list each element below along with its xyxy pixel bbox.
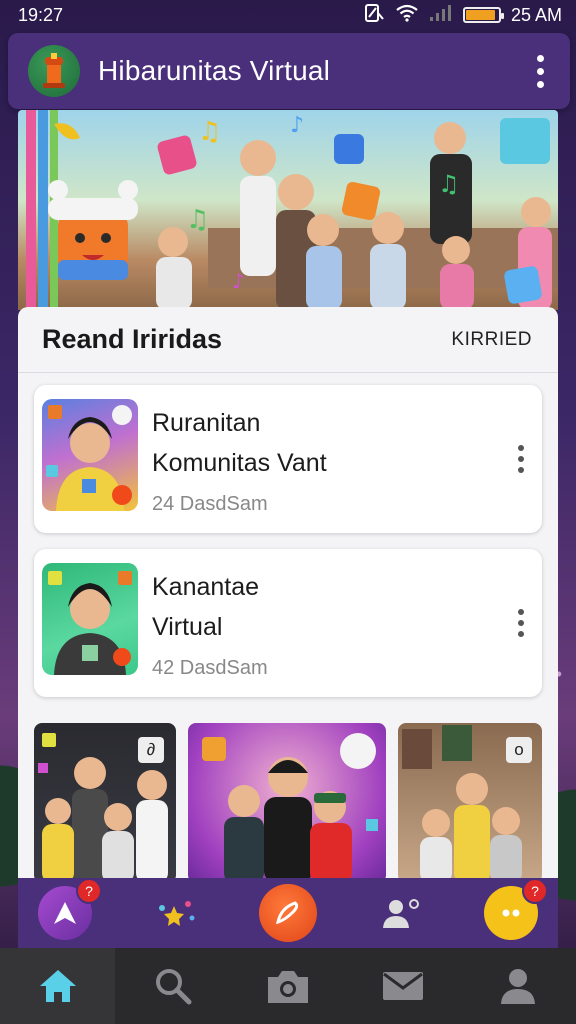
home-icon	[39, 970, 76, 1002]
search-icon	[155, 969, 192, 1005]
profile-icon	[501, 969, 536, 1004]
wifi-icon	[395, 4, 419, 27]
group-name: Kanantae	[152, 573, 260, 601]
status-time: 19:27	[18, 4, 64, 25]
section-title: Reand Iriridas	[42, 324, 223, 354]
battery-fill	[465, 10, 495, 20]
action-bar: ? ?	[18, 878, 558, 948]
gallery-photo[interactable]: ∂	[34, 723, 176, 883]
svg-text:♪: ♪	[232, 269, 245, 293]
camera-icon	[268, 971, 308, 1003]
signal-icon	[429, 4, 453, 27]
nav-mail[interactable]	[346, 948, 461, 1024]
mascot-illustration	[48, 180, 138, 280]
group-text: Kanantae Virtual 42 DasdSam	[152, 563, 510, 680]
app-logo-icon[interactable]	[28, 45, 80, 97]
nav-home[interactable]	[0, 948, 116, 1024]
notification-badge: ?	[76, 878, 102, 904]
chat-bubble-icon[interactable]: ?	[484, 878, 548, 940]
photo-gallery: ∂ o	[34, 723, 542, 883]
hero-banner: ♫ ♪ ♫ ♫ ♪	[18, 110, 558, 310]
group-name: Ruranitan	[152, 409, 261, 437]
svg-text:♫: ♫	[198, 117, 221, 147]
sparkles-icon[interactable]	[149, 886, 203, 940]
group-thumbnail	[42, 563, 138, 675]
svg-text:♫: ♫	[186, 205, 209, 235]
group-name-line2: Virtual	[152, 613, 223, 641]
status-bar: 19:27 25 AM	[0, 0, 576, 30]
more-vertical-icon[interactable]	[510, 439, 532, 479]
nav-search[interactable]	[115, 948, 230, 1024]
gallery-photo[interactable]	[188, 723, 386, 883]
group-text: Ruranitan Komunitas Vant 24 DasdSam	[152, 399, 510, 516]
status-icons: 25 AM	[363, 3, 562, 28]
group-list-item[interactable]: Kanantae Virtual 42 DasdSam	[34, 549, 542, 697]
brand-a-icon[interactable]: ?	[38, 878, 102, 940]
group-meta: 42 DasdSam	[152, 657, 268, 679]
app-header: Hibarunitas Virtual	[8, 33, 570, 109]
nfc-icon	[363, 3, 385, 28]
app-title: Hibarunitas Virtual	[98, 55, 331, 86]
svg-text:♫: ♫	[438, 170, 460, 198]
more-vertical-icon[interactable]	[510, 603, 532, 643]
mail-icon	[383, 972, 424, 1000]
group-list-item[interactable]: Ruranitan Komunitas Vant 24 DasdSam	[34, 385, 542, 533]
section-header: Reand Iriridas KIRRIED	[18, 307, 558, 373]
photo-badge: ∂	[138, 737, 164, 763]
battery-icon	[462, 7, 504, 23]
add-friend-icon[interactable]	[374, 886, 428, 940]
group-thumbnail	[42, 399, 138, 511]
group-name-line2: Komunitas Vant	[152, 449, 327, 477]
nav-camera[interactable]	[230, 948, 345, 1024]
section-action-link[interactable]: KIRRIED	[451, 329, 532, 351]
gallery-photo[interactable]: o	[398, 723, 542, 883]
battery-text: 25 AM	[510, 4, 562, 25]
pen-icon[interactable]	[259, 884, 317, 942]
more-vertical-icon[interactable]	[531, 49, 550, 94]
photo-badge: o	[506, 737, 532, 763]
svg-text:♪: ♪	[290, 113, 304, 138]
nav-profile[interactable]	[461, 948, 576, 1024]
group-meta: 24 DasdSam	[152, 493, 268, 515]
main-card: Reand Iriridas KIRRIED Ruranitan Komunit…	[18, 307, 558, 927]
notification-badge: ?	[522, 878, 548, 904]
bottom-navigation	[0, 948, 576, 1024]
